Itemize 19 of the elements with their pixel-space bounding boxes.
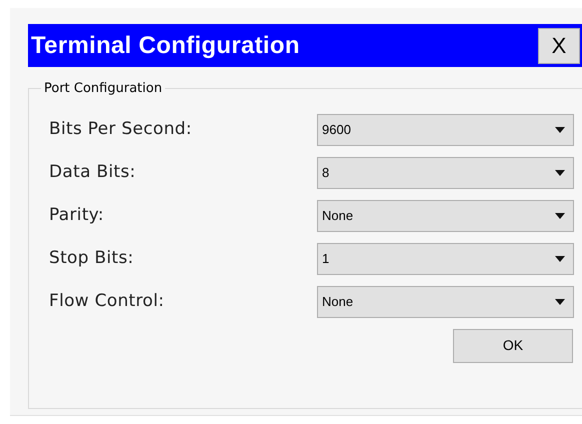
dropdown-arrow-icon	[555, 298, 565, 304]
window-title: Terminal Configuration	[30, 30, 300, 60]
dropdown-arrow-icon	[555, 212, 565, 218]
field-label: Bits Per Second:	[49, 118, 193, 141]
dropdown[interactable]: 8	[317, 156, 574, 188]
field-label: Parity:	[49, 204, 105, 227]
field-label: Data Bits:	[49, 160, 137, 184]
close-button[interactable]: X	[538, 28, 580, 64]
dropdown[interactable]: 1	[317, 242, 574, 274]
field-label: Stop Bits:	[49, 246, 135, 270]
dropdown-arrow-icon	[555, 170, 565, 176]
group-title: Port Configuration	[43, 80, 164, 98]
dropdown-arrow-icon	[555, 126, 565, 132]
field-label: Flow Control:	[49, 290, 166, 313]
dropdown[interactable]: None	[317, 200, 574, 232]
dropdown-arrow-icon	[555, 256, 565, 262]
dropdown[interactable]: 9600	[317, 114, 574, 146]
ok-button[interactable]: OK	[453, 328, 573, 362]
dropdown[interactable]: None	[317, 286, 574, 318]
